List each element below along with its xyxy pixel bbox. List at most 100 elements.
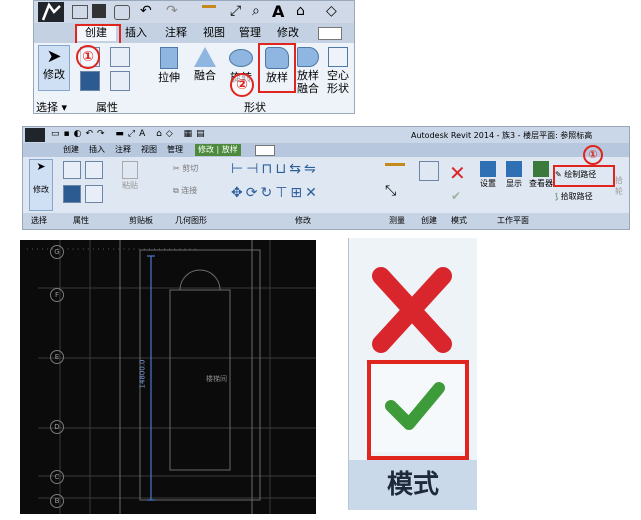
undo-icon[interactable]: ↶ [140, 3, 152, 19]
tab-annotate[interactable]: 注释 [115, 144, 131, 156]
type-properties-icon[interactable] [110, 71, 130, 91]
pick-path-icon: ⟆ [555, 192, 559, 201]
cursor-arrow-icon: ➤ [46, 46, 62, 67]
pick-path-button[interactable]: ⟆ 拾取路径 [555, 189, 611, 205]
group-modify-label: 修改 [295, 216, 311, 225]
modify-button[interactable]: ➤ 修改 [29, 159, 53, 211]
group-measure-label: 测量 [389, 216, 405, 225]
properties-icon[interactable] [63, 161, 81, 179]
grid-label-f: F [50, 288, 64, 302]
highlight-draw-path [553, 165, 615, 187]
modify-button[interactable]: ➤ 修改 [38, 45, 70, 91]
step-1-marker: ① [76, 45, 100, 69]
group-properties-label: 属性 [73, 216, 89, 225]
cancel-mode-icon[interactable]: ✕ [449, 161, 466, 185]
group-create-label: 创建 [421, 216, 437, 225]
group-select-label[interactable]: 选择 [31, 215, 47, 227]
open-icon[interactable] [72, 5, 88, 19]
group-select-label[interactable]: 选择 ▾ [36, 99, 72, 115]
text-icon[interactable]: A [272, 2, 284, 21]
cancel-edit-mode-button[interactable] [367, 262, 457, 358]
step-2-marker: ② [230, 73, 254, 97]
cut-button[interactable]: ✂ 剪切 [173, 163, 198, 174]
group-geometry-label: 几何图形 [175, 216, 207, 225]
create-form-icon[interactable] [419, 161, 439, 181]
workplane-grid-icon [480, 161, 496, 177]
group-workplane-label: 工作平面 [497, 216, 529, 225]
tab-manage[interactable]: 管理 [232, 25, 268, 41]
void-forms-button[interactable]: 空心 形状 [324, 45, 352, 97]
extrude-button[interactable]: 拉伸 [152, 45, 186, 89]
dimension-icon[interactable]: ⤢ [230, 3, 241, 19]
tag-icon[interactable]: ⌕ [252, 3, 260, 19]
paste-button[interactable]: 粘贴 [119, 161, 141, 205]
group-properties-label: 属性 [96, 101, 118, 114]
section-icon[interactable]: ◇ [326, 3, 337, 19]
tab-view[interactable]: 视图 [141, 144, 157, 156]
floor-plan-drawing: · · · · · · · · · · · · · · · · · · · · … [26, 240, 316, 514]
tab-manage[interactable]: 管理 [167, 144, 183, 156]
mode-panel-zoom: 模式 [348, 238, 477, 510]
step-1-marker: ① [583, 145, 603, 165]
family-category-icon[interactable] [110, 47, 130, 67]
extrude-icon [160, 47, 178, 69]
dimension-label: 14800.0 [138, 359, 147, 389]
tab-view[interactable]: 视图 [196, 25, 232, 41]
ribbon-modify-sweep: ▭▪◐↶↷ ▬⤢A ⌂◇ ▦▤ Autodesk Revit 2014 - 族3… [22, 126, 630, 230]
show-workplane-button[interactable]: 显示 [501, 161, 527, 190]
family-types-icon[interactable] [80, 71, 100, 91]
room-label: 楼梯间 [206, 375, 227, 383]
tab-annotate[interactable]: 注释 [158, 25, 194, 41]
revit-logo-icon[interactable] [25, 128, 45, 142]
redo-icon[interactable]: ↷ [166, 3, 178, 19]
highlight-sweep-button [258, 43, 296, 93]
swept-blend-button[interactable]: 放样 融合 [294, 45, 322, 97]
tab-insert[interactable]: 插入 [118, 25, 154, 41]
save-icon[interactable] [92, 4, 106, 18]
family-category-icon[interactable] [85, 185, 103, 203]
sync-icon[interactable] [114, 5, 130, 20]
grid-label-d: D [50, 420, 64, 434]
3d-view-icon[interactable]: ⌂ [296, 3, 305, 19]
grid-label-b: B [50, 494, 64, 508]
tab-insert[interactable]: 插入 [89, 144, 105, 156]
mode-group-bar: 模式 [349, 460, 477, 510]
revolve-icon [229, 49, 253, 67]
void-cube-icon [328, 47, 348, 67]
highlight-create-tab [75, 24, 121, 45]
viewer-button[interactable]: 查看器 [527, 161, 555, 190]
join-button[interactable]: ⧉ 连接 [173, 185, 197, 196]
dimension-icon[interactable]: ⤡ [385, 183, 396, 199]
mode-group-label: 模式 [386, 470, 439, 500]
cursor-arrow-icon: ➤ [36, 160, 46, 173]
tab-modify[interactable]: 修改 [270, 25, 306, 41]
app-title: Autodesk Revit 2014 - 族3 - 楼层平面: 参照标高 [411, 131, 593, 140]
ribbon-tab-bar: 创建 插入 注释 视图 管理 修改 | 放样 [23, 143, 629, 157]
clipboard-icon [122, 161, 138, 179]
measure-icon[interactable] [385, 163, 405, 176]
quick-access-icons[interactable]: ▭▪◐↶↷ ▬⤢A ⌂◇ ▦▤ [51, 129, 209, 139]
quick-access-toolbar: ↶ ↷ ⤢ ⌕ A ⌂ ◇ [34, 1, 354, 23]
blend-button[interactable]: 融合 [188, 45, 222, 89]
set-workplane-button[interactable]: 设置 [475, 161, 501, 190]
revit-logo-icon[interactable] [38, 2, 64, 22]
show-grid-icon [506, 161, 522, 177]
type-properties-icon[interactable] [85, 161, 103, 179]
group-mode-label: 模式 [451, 216, 467, 225]
scissors-icon: ✂ [173, 164, 180, 173]
ribbon-minimize-icon[interactable] [255, 145, 275, 156]
blend-icon [194, 47, 216, 67]
measure-icon[interactable] [202, 5, 216, 18]
ribbon-create-tab: ↶ ↷ ⤢ ⌕ A ⌂ ◇ 创建 插入 注释 视图 管理 修改 ➤ 修改 ① 拉… [33, 0, 355, 114]
tab-create[interactable]: 创建 [63, 144, 79, 156]
pick-profile-button-partial[interactable]: 拾 轮 [615, 175, 623, 197]
cancel-x-icon [372, 267, 452, 353]
tab-modify-sweep[interactable]: 修改 | 放样 [195, 144, 241, 156]
family-types-icon[interactable] [63, 185, 81, 203]
title-bar: ▭▪◐↶↷ ▬⤢A ⌂◇ ▦▤ Autodesk Revit 2014 - 族3… [23, 127, 629, 143]
drawing-canvas[interactable]: · · · · · · · · · · · · · · · · · · · · … [20, 240, 316, 514]
grid-label-c: C [50, 470, 64, 484]
ribbon-minimize-icon[interactable] [318, 27, 342, 40]
modify-tools-icons[interactable]: ⊢⊣⊓⊔⇆⇋ ✥⟳↻⊤⊞✕ [231, 157, 381, 209]
finish-mode-icon[interactable]: ✔ [451, 189, 461, 203]
